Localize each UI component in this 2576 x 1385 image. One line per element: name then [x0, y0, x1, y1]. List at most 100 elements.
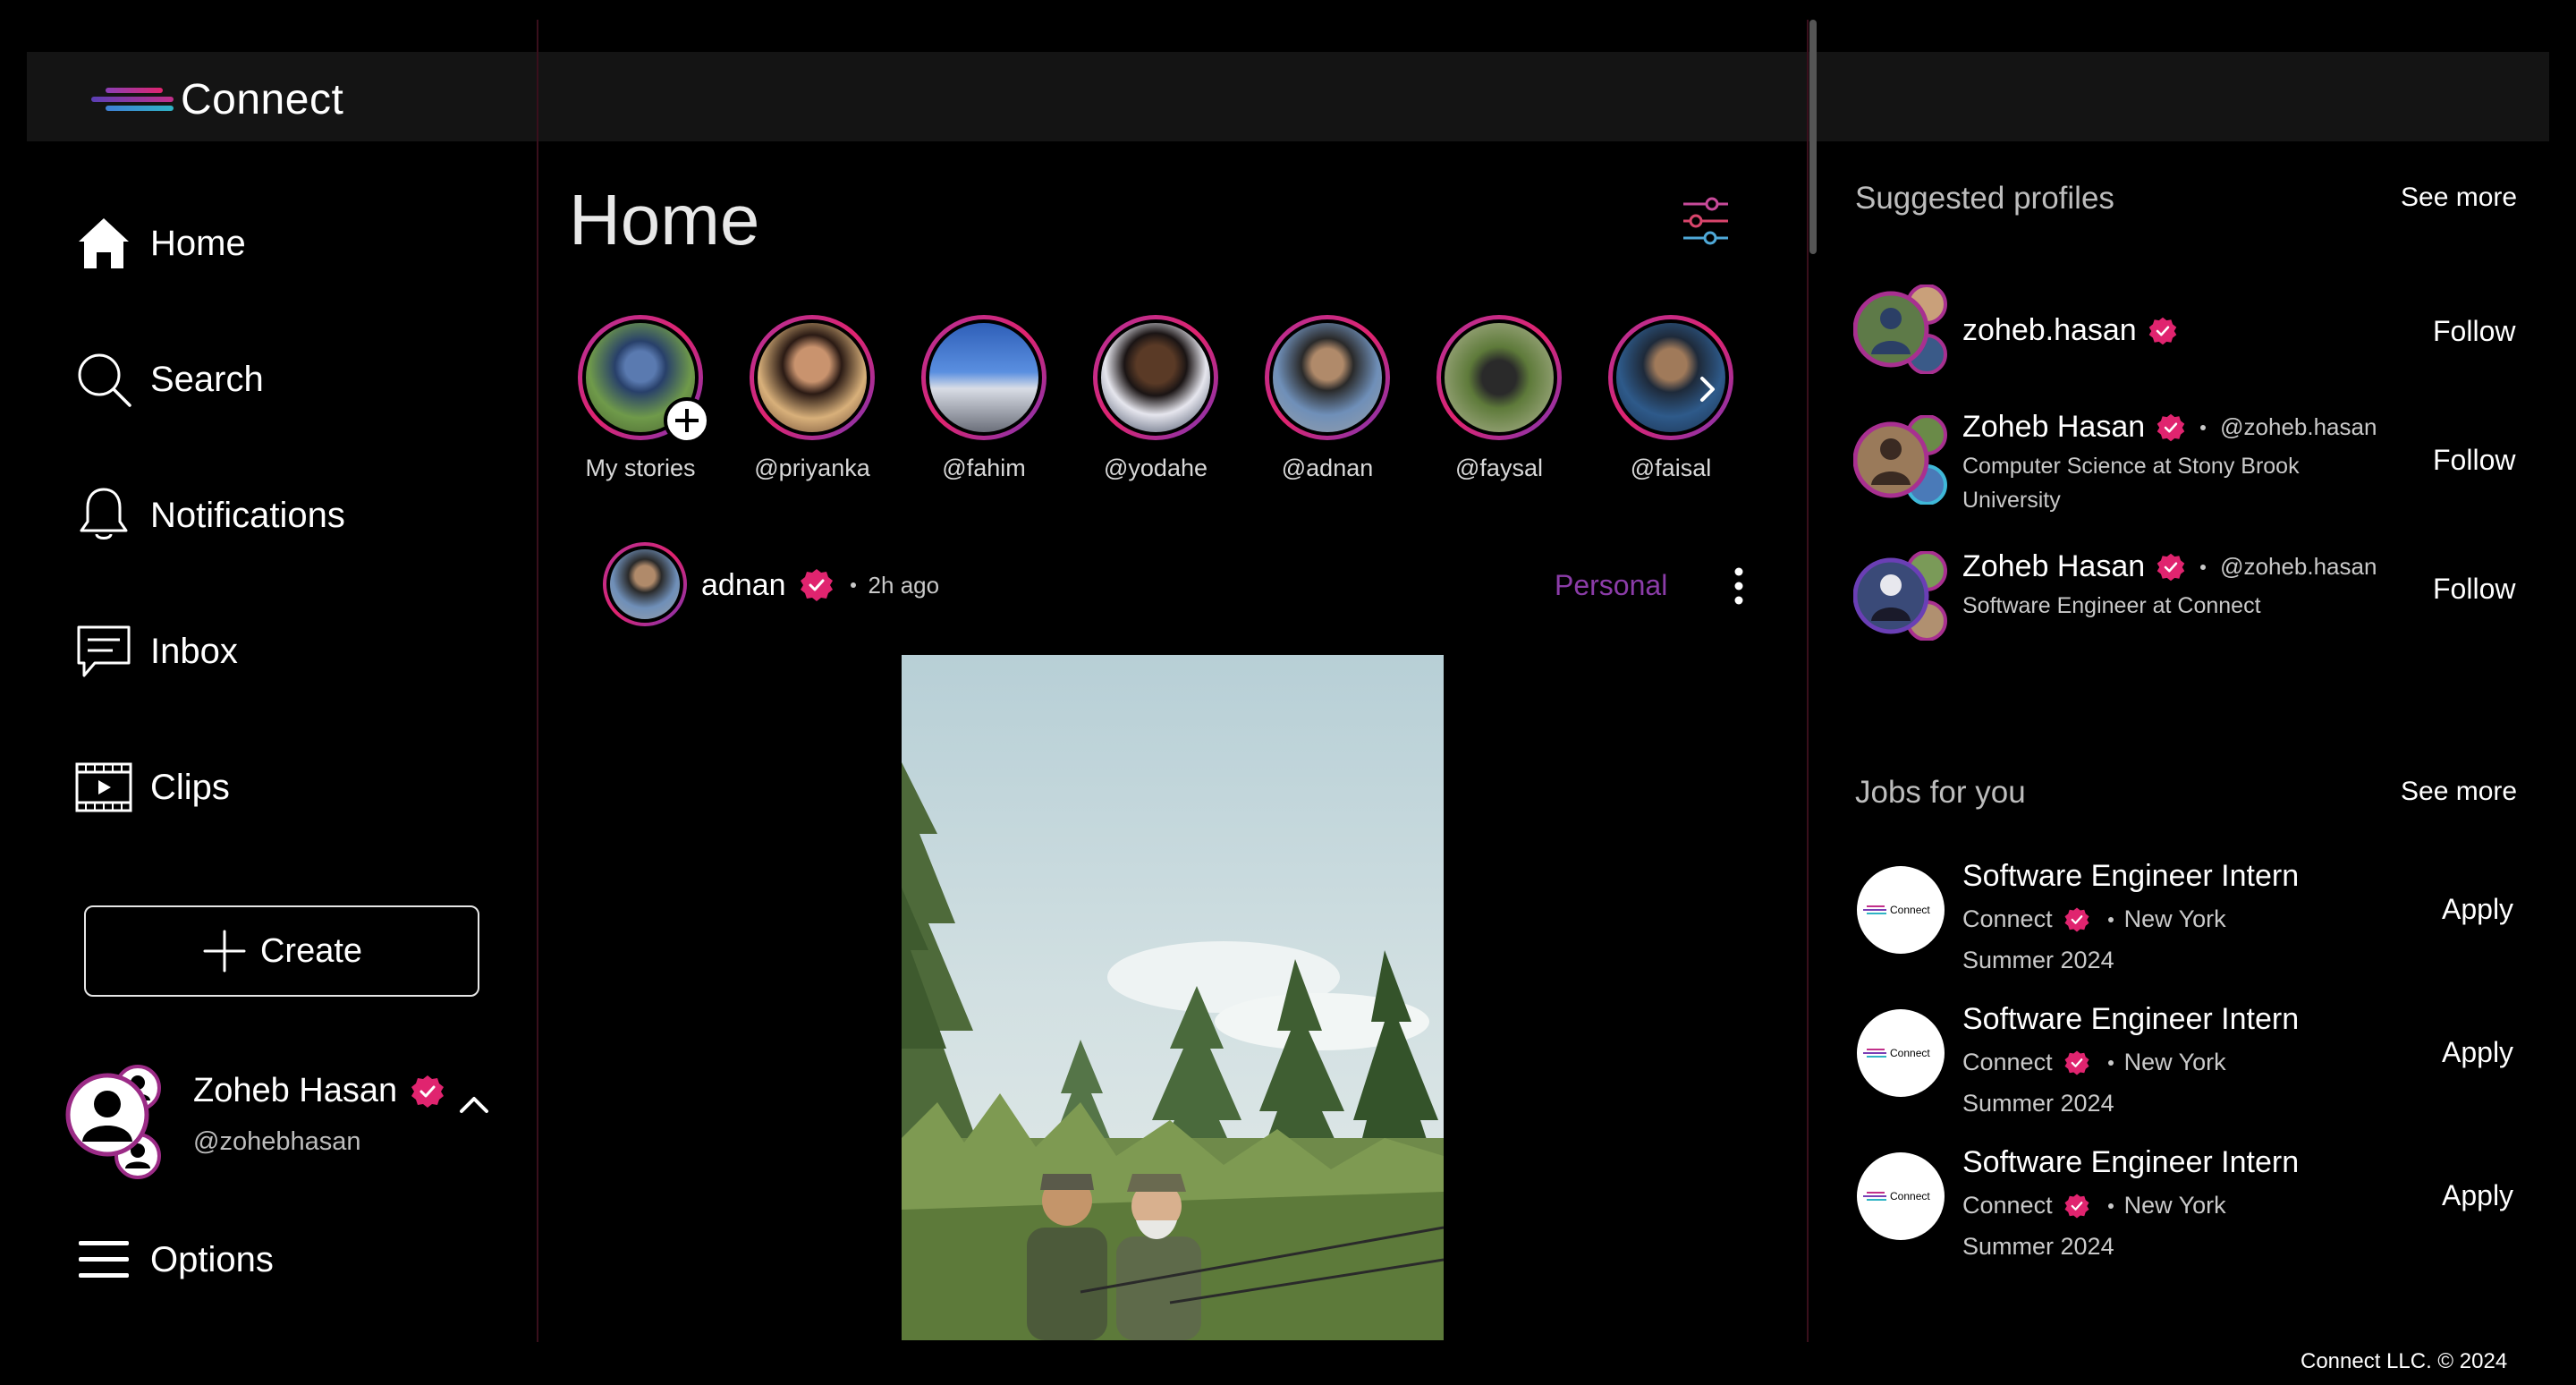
verified-icon: [799, 567, 835, 603]
account-name: Zoheb Hasan: [193, 1072, 445, 1110]
logo-mark-icon: Connect: [1863, 904, 1930, 916]
suggested-profiles-title: Suggested profiles: [1855, 181, 2114, 216]
create-label: Create: [259, 931, 363, 970]
suggested-profile-item[interactable]: zoheb.hasan: [1853, 285, 2515, 374]
suggested-profile-item[interactable]: Zoheb Hasan @zoheb.hasan Software Engine…: [1853, 549, 2515, 641]
footer-copyright: Connect LLC. © 2024: [2301, 1349, 2508, 1373]
account-switcher[interactable]: Zoheb Hasan @zohebhasan: [64, 1065, 512, 1181]
chevron-right-icon[interactable]: [1696, 374, 1719, 409]
job-company: Connect: [1962, 1049, 2053, 1075]
film-icon: [72, 755, 136, 820]
company-logo: Connect: [1857, 1009, 1945, 1097]
separator-dot: [2200, 424, 2207, 430]
profile-name-row: Zoheb Hasan @zoheb.hasan: [1962, 410, 2377, 445]
search-icon: [72, 347, 136, 412]
account-handle: @zohebhasan: [193, 1127, 361, 1156]
story-item[interactable]: My stories: [578, 315, 710, 482]
job-term: Summer 2024: [1962, 1090, 2114, 1117]
post-author-avatar[interactable]: [603, 542, 687, 626]
verified-icon: [2063, 906, 2090, 933]
filter-icon[interactable]: [1680, 195, 1732, 251]
chevron-up-icon[interactable]: [456, 1090, 492, 1121]
bell-icon: [72, 483, 136, 548]
post-category[interactable]: Personal: [1555, 569, 1667, 602]
job-term: Summer 2024: [1962, 1233, 2114, 1260]
story-avatar: [1097, 319, 1214, 436]
nav-item-search[interactable]: Search: [72, 344, 264, 415]
story-avatar: [926, 319, 1042, 436]
nav-item-notifications[interactable]: Notifications: [72, 480, 345, 551]
apply-button[interactable]: Apply: [2442, 1179, 2513, 1212]
avatar: [1853, 415, 1947, 505]
job-term: Summer 2024: [1962, 947, 2114, 973]
jobs-see-more-button[interactable]: See more: [2401, 777, 2517, 807]
story-item[interactable]: @adnan: [1265, 315, 1390, 482]
svg-text:Connect: Connect: [1890, 1047, 1930, 1059]
menu-icon: [72, 1228, 136, 1292]
story-item[interactable]: @fahim: [921, 315, 1046, 482]
page-title: Home: [569, 180, 760, 259]
job-location: New York: [2123, 1192, 2226, 1219]
post-image[interactable]: [902, 655, 1444, 1340]
verified-icon: [2063, 1049, 2090, 1076]
profile-subtitle: Computer Science at Stony Brook Universi…: [1962, 454, 2300, 513]
profile-handle: @zoheb.hasan: [2220, 413, 2377, 440]
post-author[interactable]: adnan 2h ago: [701, 567, 939, 603]
company-logo: Connect: [1857, 866, 1945, 954]
plus-icon: [201, 928, 248, 974]
right-divider: [1807, 20, 1809, 1342]
nav-item-clips[interactable]: Clips: [72, 752, 230, 823]
add-story-icon[interactable]: [664, 397, 710, 444]
job-title: Software Engineer Intern: [1962, 1002, 2300, 1036]
job-company: Connect: [1962, 905, 2053, 932]
nav-label: Clips: [150, 767, 230, 807]
verified-icon: [2156, 412, 2186, 443]
nav-item-options[interactable]: Options: [72, 1224, 274, 1296]
follow-button[interactable]: Follow: [2433, 573, 2515, 606]
follow-button[interactable]: Follow: [2433, 444, 2515, 477]
nav-label: Inbox: [150, 631, 238, 671]
separator-dot: [2200, 564, 2207, 570]
nav-label: Search: [150, 359, 264, 399]
chat-icon: [72, 619, 136, 684]
job-title: Software Engineer Intern: [1962, 1145, 2300, 1179]
svg-text:Connect: Connect: [1890, 904, 1930, 916]
nav-item-inbox[interactable]: Inbox: [72, 616, 238, 687]
nav-item-home[interactable]: Home: [72, 208, 246, 279]
feed-scrollbar[interactable]: [1809, 20, 1817, 254]
job-item[interactable]: Connect Software Engineer Intern Connect…: [1857, 1002, 2519, 1117]
story-item[interactable]: @priyanka: [750, 315, 875, 482]
profile-name-row: zoheb.hasan: [1962, 313, 2178, 348]
job-item[interactable]: Connect Software Engineer Intern Connect…: [1857, 859, 2519, 973]
follow-button[interactable]: Follow: [2433, 315, 2515, 348]
job-location: New York: [2123, 1049, 2226, 1075]
job-company: Connect: [1962, 1192, 2053, 1219]
logo-mark-icon: Connect: [1863, 1190, 1930, 1202]
app-name: Connect: [181, 76, 344, 123]
avatar: [65, 1065, 161, 1179]
apply-button[interactable]: Apply: [2442, 1036, 2513, 1069]
job-company-row: Connect New York: [1962, 1049, 2226, 1076]
separator-dot: [2107, 1059, 2114, 1066]
suggested-profile-item[interactable]: Zoheb Hasan @zoheb.hasan Computer Scienc…: [1853, 410, 2515, 517]
jobs-title: Jobs for you: [1855, 775, 2026, 810]
separator-dot: [2107, 916, 2114, 922]
top-bar: Connect: [27, 52, 2549, 141]
apply-button[interactable]: Apply: [2442, 893, 2513, 926]
separator-dot: [2107, 1202, 2114, 1209]
create-button[interactable]: Create: [84, 905, 479, 997]
verified-icon: [2063, 1193, 2090, 1219]
more-options-icon[interactable]: [1730, 565, 1748, 611]
suggested-see-more-button[interactable]: See more: [2401, 183, 2517, 213]
story-label: @adnan: [1281, 455, 1374, 481]
story-item[interactable]: @faysal: [1436, 315, 1562, 482]
svg-text:Connect: Connect: [1890, 1190, 1930, 1202]
app-logo[interactable]: Connect: [88, 75, 343, 124]
job-company-row: Connect New York: [1962, 905, 2226, 933]
post-time: 2h ago: [868, 571, 940, 599]
logo-mark-icon: Connect: [1863, 1047, 1930, 1059]
profile-handle: @zoheb.hasan: [2220, 553, 2377, 580]
story-item[interactable]: @yodahe: [1093, 315, 1218, 482]
job-title: Software Engineer Intern: [1962, 859, 2300, 893]
job-item[interactable]: Connect Software Engineer Intern Connect…: [1857, 1145, 2519, 1260]
